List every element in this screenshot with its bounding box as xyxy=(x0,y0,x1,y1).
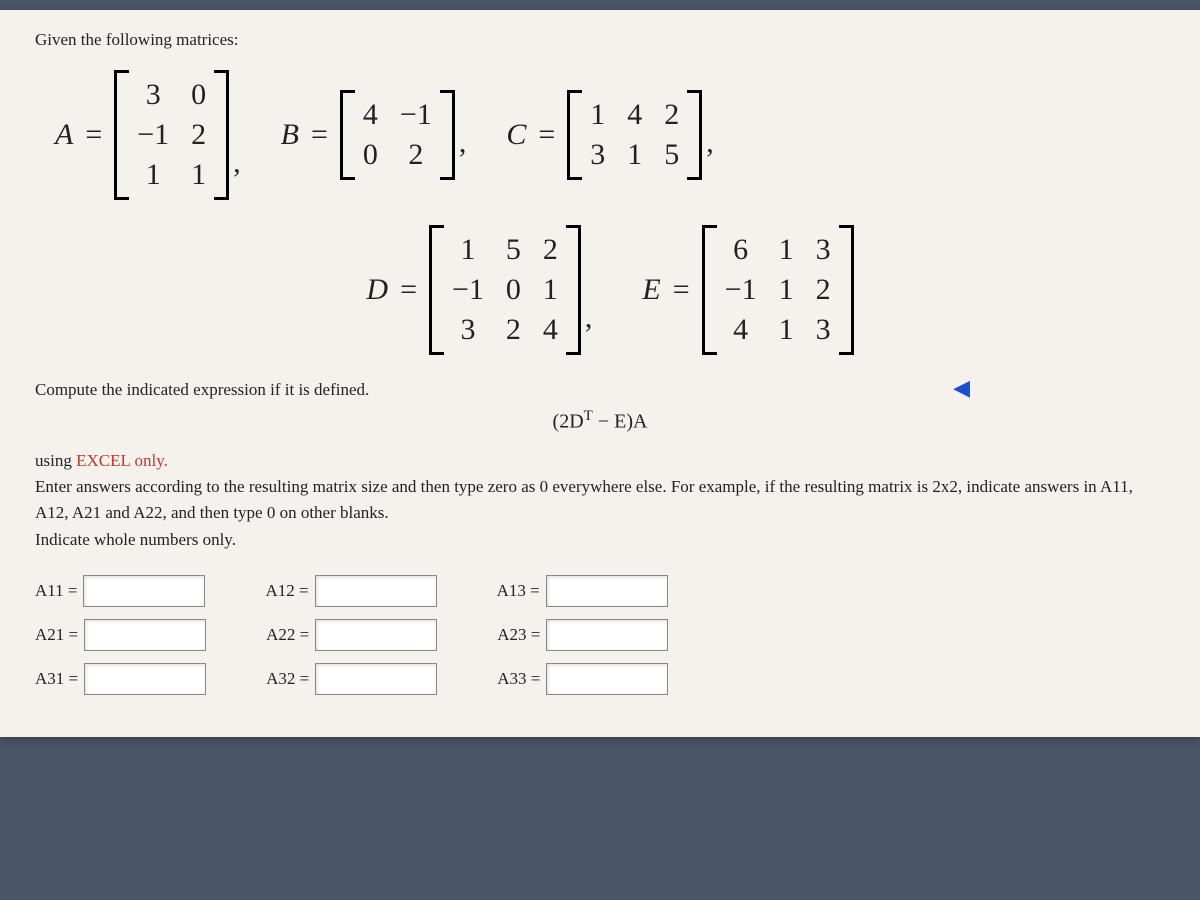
matrix-cell: −1 xyxy=(452,273,484,307)
input-A11[interactable] xyxy=(83,575,205,607)
label-A31: A31 = xyxy=(35,669,78,689)
matrix-C-name: C xyxy=(506,118,526,152)
matrix-cell: 1 xyxy=(543,273,558,307)
matrix-D: D = 152 −101 324 , xyxy=(366,225,592,355)
equals-sign: = xyxy=(85,118,102,152)
left-bracket-icon xyxy=(567,90,578,180)
matrix-B: B = 4 −1 02 , xyxy=(281,90,467,180)
matrix-cell: −1 xyxy=(400,98,432,132)
input-A23[interactable] xyxy=(546,619,668,651)
matrix-A: A = 30 −1 2 11 , xyxy=(55,70,241,200)
left-bracket-icon xyxy=(114,70,125,200)
matrix-cell: −1 xyxy=(725,273,757,307)
caveat-whole-numbers: Indicate whole numbers only. xyxy=(35,527,1165,553)
equals-sign: = xyxy=(673,273,690,307)
matrix-E: E = 613 −112 413 xyxy=(642,225,853,355)
expr-post: − E)A xyxy=(593,411,648,433)
label-A22: A22 = xyxy=(266,625,309,645)
input-A33[interactable] xyxy=(546,663,668,695)
label-A32: A32 = xyxy=(266,669,309,689)
label-A12: A12 = xyxy=(265,581,308,601)
label-A11: A11 = xyxy=(35,581,77,601)
matrix-cell: 0 xyxy=(506,273,521,307)
caveat-format: Enter answers according to the resulting… xyxy=(35,474,1165,527)
matrix-cell: −1 xyxy=(137,118,169,152)
input-A12[interactable] xyxy=(315,575,437,607)
caveats-block: using EXCEL only. Enter answers accordin… xyxy=(35,448,1165,553)
matrix-cell: 2 xyxy=(664,98,679,132)
input-A21[interactable] xyxy=(84,619,206,651)
matrix-cell: 1 xyxy=(779,233,794,267)
input-A22[interactable] xyxy=(315,619,437,651)
left-bracket-icon xyxy=(702,225,713,355)
matrix-cell: 1 xyxy=(191,158,206,192)
equals-sign: = xyxy=(538,118,555,152)
answer-grid: A11 = A12 = A13 = A21 = A22 = A23 = A31 … xyxy=(35,575,1165,695)
caveat-using: using xyxy=(35,451,76,470)
matrix-cell: 4 xyxy=(725,313,757,347)
matrix-cell: 2 xyxy=(191,118,206,152)
matrix-cell: 2 xyxy=(506,313,521,347)
matrix-D-name: D xyxy=(366,273,388,307)
answer-row-2: A21 = A22 = A23 = xyxy=(35,619,1165,651)
matrix-row-2: D = 152 −101 324 , E = 613 −112 xyxy=(55,225,1165,355)
matrix-cell: 4 xyxy=(543,313,558,347)
matrix-cell: 0 xyxy=(191,78,206,112)
right-bracket-icon xyxy=(570,225,581,355)
matrix-cell: 5 xyxy=(664,138,679,172)
matrix-cell: 1 xyxy=(779,273,794,307)
input-A32[interactable] xyxy=(315,663,437,695)
matrix-cell: 1 xyxy=(627,138,642,172)
matrix-cell: 6 xyxy=(725,233,757,267)
expr-superscript: T xyxy=(584,408,593,424)
matrix-cell: 3 xyxy=(816,233,831,267)
separator-comma: , xyxy=(233,146,241,180)
matrix-cell: 0 xyxy=(363,138,378,172)
separator-comma: , xyxy=(459,126,467,160)
separator-comma: , xyxy=(706,126,714,160)
matrix-cell: 1 xyxy=(452,233,484,267)
answer-row-1: A11 = A12 = A13 = xyxy=(35,575,1165,607)
label-A23: A23 = xyxy=(497,625,540,645)
right-bracket-icon xyxy=(691,90,702,180)
matrix-cell: 4 xyxy=(363,98,378,132)
separator-comma: , xyxy=(585,301,593,335)
matrix-cell: 1 xyxy=(590,98,605,132)
left-bracket-icon xyxy=(429,225,440,355)
matrix-B-name: B xyxy=(281,118,299,152)
target-expression: (2DT − E)A xyxy=(35,408,1165,434)
prompt-intro: Given the following matrices: xyxy=(35,30,1165,50)
matrix-E-name: E xyxy=(642,273,660,307)
right-bracket-icon xyxy=(444,90,455,180)
left-bracket-icon xyxy=(340,90,351,180)
label-A13: A13 = xyxy=(497,581,540,601)
matrix-cell: 5 xyxy=(506,233,521,267)
matrix-cell: 3 xyxy=(816,313,831,347)
matrix-cell: 2 xyxy=(543,233,558,267)
equals-sign: = xyxy=(400,273,417,307)
question-sheet: Given the following matrices: A = 30 −12… xyxy=(0,10,1200,737)
equals-sign: = xyxy=(311,118,328,152)
expr-pre: (2D xyxy=(553,411,584,433)
caveat-excel-only: EXCEL only. xyxy=(76,451,168,470)
matrix-cell: 3 xyxy=(137,78,169,112)
matrix-cell: 1 xyxy=(779,313,794,347)
right-bracket-icon xyxy=(843,225,854,355)
answer-row-3: A31 = A32 = A33 = xyxy=(35,663,1165,695)
matrix-cell: 3 xyxy=(452,313,484,347)
matrix-cell: 3 xyxy=(590,138,605,172)
matrix-A-name: A xyxy=(55,118,73,152)
input-A31[interactable] xyxy=(84,663,206,695)
instruction-compute: Compute the indicated expression if it i… xyxy=(35,380,1165,400)
label-A33: A33 = xyxy=(497,669,540,689)
matrix-row-1: A = 30 −12 11 , B = 4−1 02 xyxy=(55,70,1165,200)
label-A21: A21 = xyxy=(35,625,78,645)
input-A13[interactable] xyxy=(546,575,668,607)
right-bracket-icon xyxy=(218,70,229,200)
matrix-cell: 1 xyxy=(137,158,169,192)
matrix-cell: 2 xyxy=(400,138,432,172)
matrix-C: C = 142 315 , xyxy=(506,90,713,180)
matrix-cell: 4 xyxy=(627,98,642,132)
matrix-cell: 2 xyxy=(816,273,831,307)
